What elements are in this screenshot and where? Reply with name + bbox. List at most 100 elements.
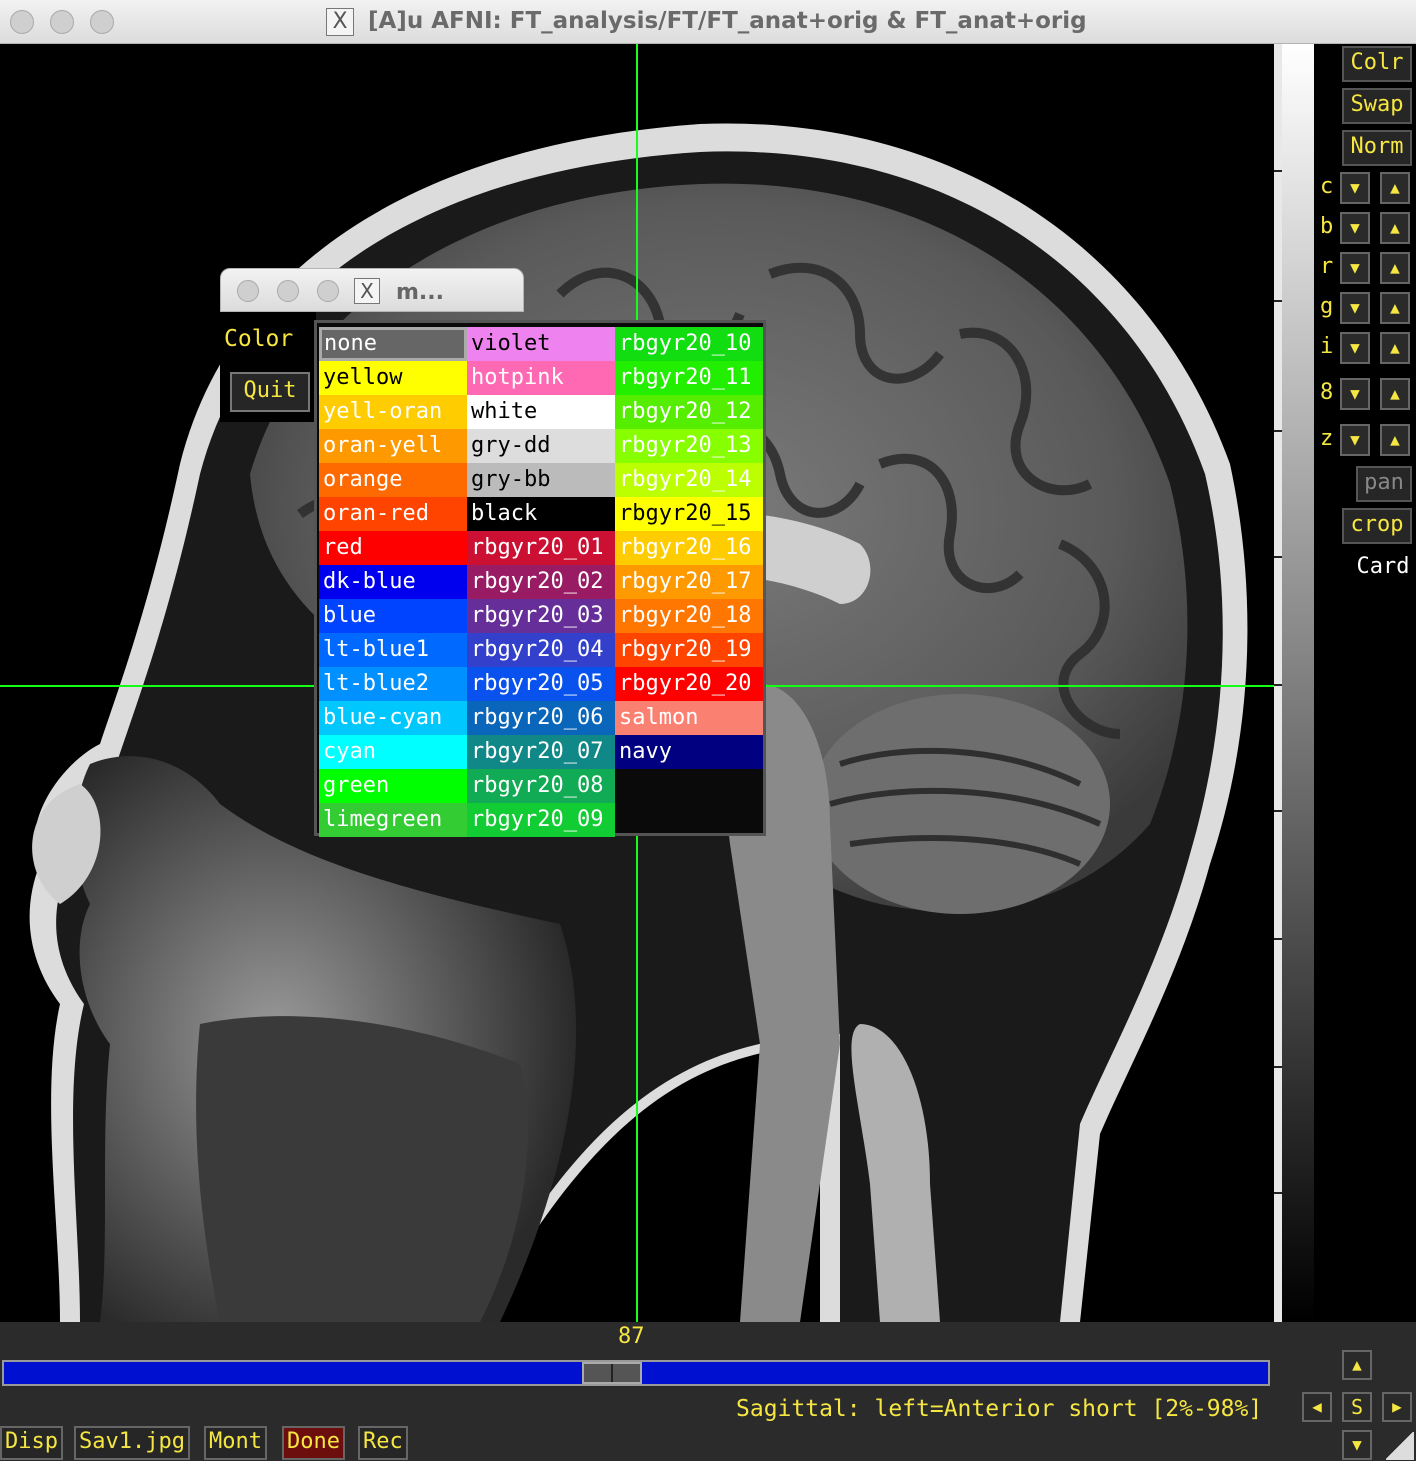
arrow-down-icon[interactable]: ▼	[1340, 172, 1370, 204]
arrow-up-icon[interactable]: ▲	[1380, 172, 1410, 204]
colr-button[interactable]: Colr	[1342, 46, 1412, 82]
arrow-up-icon[interactable]: ▲	[1380, 424, 1410, 456]
color-swatch-rbgyr20_08[interactable]: rbgyr20_08	[467, 769, 615, 803]
color-menu: none yellow yell-oran oran-yell orange oran-r…	[314, 320, 766, 837]
color-swatch-green[interactable]: green	[319, 769, 467, 803]
color-swatch-rbgyr20_13[interactable]: rbgyr20_13	[615, 429, 763, 463]
color-swatch-gry-dd[interactable]: gry-dd	[467, 429, 615, 463]
pan-button[interactable]: pan	[1356, 466, 1412, 502]
popup-zoom-button[interactable]	[317, 280, 339, 302]
color-swatch-rbgyr20_03[interactable]: rbgyr20_03	[467, 599, 615, 633]
color-swatch-rbgyr20_15[interactable]: rbgyr20_15	[615, 497, 763, 531]
color-swatch-rbgyr20_10[interactable]: rbgyr20_10	[615, 327, 763, 361]
nav-right-icon[interactable]: ▶	[1382, 1392, 1412, 1422]
arrow-down-icon[interactable]: ▼	[1340, 292, 1370, 324]
save-button[interactable]: Sav1.jpg	[74, 1426, 190, 1460]
color-swatch-rbgyr20_01[interactable]: rbgyr20_01	[467, 531, 615, 565]
color-swatch-rbgyr20_14[interactable]: rbgyr20_14	[615, 463, 763, 497]
window-title: [A]u AFNI: FT_analysis/FT/FT_anat+orig &…	[368, 8, 1087, 34]
nav-center-button[interactable]: S	[1342, 1392, 1372, 1422]
zoom-window-button[interactable]	[90, 10, 114, 34]
color-swatch-blue-cyan[interactable]: blue-cyan	[319, 701, 467, 735]
color-swatch-rbgyr20_02[interactable]: rbgyr20_02	[467, 565, 615, 599]
color-swatch-oran-yell[interactable]: oran-yell	[319, 429, 467, 463]
arrow-row-label: r	[1320, 254, 1334, 279]
nav-left-icon[interactable]: ◀	[1302, 1392, 1332, 1422]
arrow-row-label: g	[1320, 294, 1334, 319]
arrow-down-icon[interactable]: ▼	[1340, 252, 1370, 284]
color-swatch-rbgyr20_07[interactable]: rbgyr20_07	[467, 735, 615, 769]
color-swatch-black[interactable]: black	[467, 497, 615, 531]
resize-grip-icon[interactable]	[1386, 1432, 1414, 1460]
arrow-row-label: b	[1320, 214, 1334, 239]
status-text: Sagittal: left=Anterior short [2%-98%]	[736, 1396, 1263, 1422]
index-arrow-row: i ▼ ▲	[1316, 332, 1416, 368]
color-swatch-yell-oran[interactable]: yell-oran	[319, 395, 467, 429]
color-swatch-navy[interactable]: navy	[615, 735, 763, 769]
color-swatch-rbgyr20_16[interactable]: rbgyr20_16	[615, 531, 763, 565]
arrow-up-icon[interactable]: ▲	[1380, 292, 1410, 324]
arrow-down-icon[interactable]: ▼	[1340, 332, 1370, 364]
minimize-window-button[interactable]	[50, 10, 74, 34]
color-swatch-rbgyr20_12[interactable]: rbgyr20_12	[615, 395, 763, 429]
gamma-arrow-row: g ▼ ▲	[1316, 292, 1416, 328]
done-button[interactable]: Done	[282, 1426, 345, 1460]
popup-minimize-button[interactable]	[277, 280, 299, 302]
color-swatch-none[interactable]: none	[319, 327, 467, 361]
color-swatch-rbgyr20_20[interactable]: rbgyr20_20	[615, 667, 763, 701]
color-swatch-rbgyr20_04[interactable]: rbgyr20_04	[467, 633, 615, 667]
color-swatch-red[interactable]: red	[319, 531, 467, 565]
color-swatch-rbgyr20_11[interactable]: rbgyr20_11	[615, 361, 763, 395]
quit-button[interactable]: Quit	[230, 372, 310, 412]
color-swatch-dk-blue[interactable]: dk-blue	[319, 565, 467, 599]
crop-button[interactable]: crop	[1342, 508, 1412, 544]
color-swatch-lt-blue2[interactable]: lt-blue2	[319, 667, 467, 701]
color-swatch-white[interactable]: white	[467, 395, 615, 429]
color-swatch-oran-red[interactable]: oran-red	[319, 497, 467, 531]
arrow-up-icon[interactable]: ▲	[1380, 332, 1410, 364]
nav-down-icon[interactable]: ▼	[1342, 1430, 1372, 1460]
arrow-row-label: i	[1320, 334, 1334, 359]
color-swatch-salmon[interactable]: salmon	[615, 701, 763, 735]
swap-button[interactable]: Swap	[1342, 88, 1412, 124]
arrow-row-label: c	[1320, 174, 1334, 199]
nav-up-icon[interactable]: ▲	[1342, 1350, 1372, 1380]
arrow-row-label: z	[1320, 426, 1334, 451]
color-swatch-rbgyr20_06[interactable]: rbgyr20_06	[467, 701, 615, 735]
color-swatch-limegreen[interactable]: limegreen	[319, 803, 467, 837]
color-swatch-violet[interactable]: violet	[467, 327, 615, 361]
color-swatch-cyan[interactable]: cyan	[319, 735, 467, 769]
arrow-up-icon[interactable]: ▲	[1380, 252, 1410, 284]
card-button[interactable]: Card	[1352, 550, 1414, 586]
grayscale-colorbar	[1282, 44, 1314, 1322]
arrow-down-icon[interactable]: ▼	[1340, 212, 1370, 244]
norm-button[interactable]: Norm	[1342, 130, 1412, 166]
arrow-up-icon[interactable]: ▲	[1380, 378, 1410, 410]
disp-button[interactable]: Disp	[0, 1426, 63, 1460]
mont-button[interactable]: Mont	[204, 1426, 267, 1460]
color-swatch-rbgyr20_09[interactable]: rbgyr20_09	[467, 803, 615, 837]
slice-number: 87	[618, 1324, 645, 1349]
arrow-down-icon[interactable]: ▼	[1340, 424, 1370, 456]
rec-button[interactable]: Rec	[358, 1426, 408, 1460]
color-swatch-orange[interactable]: orange	[319, 463, 467, 497]
rotate-arrow-row: r ▼ ▲	[1316, 252, 1416, 288]
slice-slider-thumb[interactable]	[582, 1362, 642, 1384]
popup-title: m...	[396, 280, 444, 305]
slice-step-arrow-row: 8 ▼ ▲	[1316, 378, 1416, 414]
color-swatch-rbgyr20_18[interactable]: rbgyr20_18	[615, 599, 763, 633]
close-window-button[interactable]	[10, 10, 34, 34]
popup-close-button[interactable]	[237, 280, 259, 302]
color-swatch-rbgyr20_19[interactable]: rbgyr20_19	[615, 633, 763, 667]
color-swatch-yellow[interactable]: yellow	[319, 361, 467, 395]
color-swatch-blue[interactable]: blue	[319, 599, 467, 633]
color-swatch-rbgyr20_17[interactable]: rbgyr20_17	[615, 565, 763, 599]
color-swatch-hotpink[interactable]: hotpink	[467, 361, 615, 395]
arrow-up-icon[interactable]: ▲	[1380, 212, 1410, 244]
color-swatch-lt-blue1[interactable]: lt-blue1	[319, 633, 467, 667]
window-title-bar: X [A]u AFNI: FT_analysis/FT/FT_anat+orig…	[0, 0, 1416, 44]
arrow-row-label: 8	[1320, 380, 1334, 405]
arrow-down-icon[interactable]: ▼	[1340, 378, 1370, 410]
color-swatch-rbgyr20_05[interactable]: rbgyr20_05	[467, 667, 615, 701]
color-swatch-gry-bb[interactable]: gry-bb	[467, 463, 615, 497]
